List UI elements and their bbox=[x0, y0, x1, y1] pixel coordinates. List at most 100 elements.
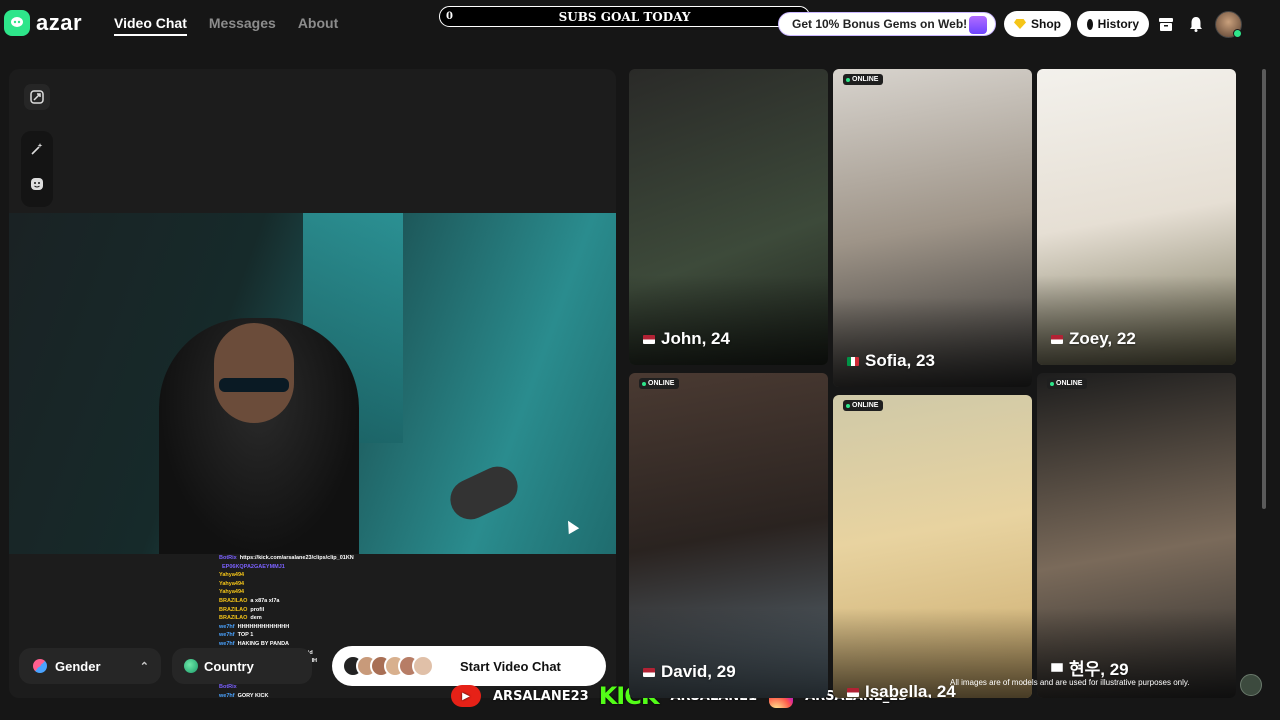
chat-username: BRAZILAO bbox=[219, 597, 248, 604]
nav-about[interactable]: About bbox=[298, 15, 338, 36]
gift-icon bbox=[969, 16, 987, 34]
clock-icon bbox=[1087, 18, 1093, 30]
online-status-dot bbox=[1233, 29, 1242, 38]
profile-name-text: Isabella, 24 bbox=[865, 682, 956, 698]
us-flag-icon bbox=[643, 667, 655, 677]
chat-line: BRAZILAO dem bbox=[219, 614, 459, 623]
chat-username: BotRix bbox=[219, 683, 237, 690]
us-flag-icon bbox=[1051, 334, 1063, 344]
chat-message: EP06KQPA2GAEYMMJ1 bbox=[222, 563, 285, 570]
chat-message: a x87a xl7a bbox=[250, 597, 280, 604]
profile-card-zoey[interactable]: Zoey, 22 bbox=[1037, 69, 1236, 365]
chat-message: HHHHHHHHHHHHH bbox=[237, 623, 290, 630]
youtube-handle: ARSALANE23 bbox=[493, 688, 589, 704]
scrollbar[interactable] bbox=[1262, 69, 1266, 509]
us-flag-icon bbox=[643, 334, 655, 344]
chat-line: BRAZILAO profil bbox=[219, 606, 459, 615]
archive-icon[interactable] bbox=[1157, 15, 1175, 33]
country-label: Country bbox=[204, 658, 254, 674]
gender-filter-button[interactable]: Gender ⌃ bbox=[19, 648, 161, 684]
online-badge: ONLINE bbox=[843, 74, 884, 85]
profile-faces-stack bbox=[342, 655, 434, 677]
card-shade bbox=[629, 275, 828, 365]
profile-name: John, 24 bbox=[643, 329, 730, 349]
face-thumb bbox=[412, 655, 434, 677]
card-shade bbox=[1037, 275, 1236, 365]
profile-name: David, 29 bbox=[643, 662, 736, 682]
webcam-feed bbox=[9, 213, 616, 554]
chat-message: https://kick.com/arsalane23/clips/clip_0… bbox=[239, 555, 354, 561]
chat-line: we7hf GORY KICK bbox=[219, 692, 459, 699]
chat-message: GORY KICK bbox=[237, 692, 269, 699]
profile-card-john[interactable]: John, 24 bbox=[629, 69, 828, 365]
chat-line: Yahya494 bbox=[219, 571, 459, 580]
history-button[interactable]: History bbox=[1077, 11, 1149, 37]
chat-message: profil bbox=[250, 606, 265, 613]
start-video-chat-button[interactable]: Start Video Chat bbox=[332, 646, 606, 686]
online-badge: ONLINE bbox=[639, 378, 680, 389]
chat-username: BRAZILAO bbox=[219, 615, 248, 622]
chat-line: we7hf TOP 1 bbox=[219, 631, 459, 640]
subs-goal-overlay: 0 SUBS GOAL TODAY bbox=[439, 6, 810, 27]
card-shade bbox=[629, 608, 828, 698]
profile-card-david[interactable]: ONLINE David, 29 bbox=[629, 373, 828, 698]
history-label: History bbox=[1097, 17, 1139, 31]
streamer-head bbox=[214, 323, 294, 423]
video-chat-panel: BotRix https://kick.com/arsalane23/clips/… bbox=[9, 69, 616, 698]
chat-line: BotRix https://kick.com/arsalane23/clips/… bbox=[219, 554, 459, 563]
model-disclaimer: All images are of models and are used fo… bbox=[950, 678, 1190, 687]
chat-username: we7hf bbox=[219, 692, 235, 699]
chat-line: EP06KQPA2GAEYMMJ1 bbox=[219, 563, 459, 572]
profile-card-hyunwoo[interactable]: ONLINE 현우, 29 bbox=[1037, 373, 1236, 698]
chat-line: we7hf HHHHHHHHHHHHH bbox=[219, 623, 459, 632]
chat-username: Yahya494 bbox=[219, 572, 245, 579]
nav-video-chat[interactable]: Video Chat bbox=[114, 15, 187, 36]
youtube-icon: ▶ bbox=[451, 685, 481, 707]
profile-name-text: Sofia, 23 bbox=[865, 351, 935, 370]
country-filter-button[interactable]: Country bbox=[172, 648, 312, 684]
nav-messages[interactable]: Messages bbox=[209, 15, 276, 36]
profile-card-isabella[interactable]: ONLINE Isabella, 24 bbox=[833, 395, 1032, 698]
gender-label: Gender bbox=[55, 658, 101, 674]
globe-icon bbox=[184, 659, 198, 673]
face-filter-icon[interactable] bbox=[24, 171, 50, 197]
profile-name-text: David, 29 bbox=[661, 662, 736, 681]
chat-username: BRAZILAO bbox=[219, 606, 248, 613]
subs-goal-text: SUBS GOAL TODAY bbox=[558, 9, 691, 24]
online-badge: ONLINE bbox=[1047, 378, 1088, 389]
profile-name: Sofia, 23 bbox=[847, 351, 935, 371]
shop-button[interactable]: Shop bbox=[1004, 11, 1071, 37]
chat-username: Yahya494 bbox=[219, 580, 245, 587]
chat-line: Yahya494 bbox=[219, 588, 459, 597]
chat-line: Yahya494 bbox=[219, 580, 459, 589]
azar-logo[interactable]: azar bbox=[4, 10, 82, 36]
magic-wand-icon[interactable] bbox=[24, 136, 50, 162]
chevron-up-icon: ⌃ bbox=[139, 660, 149, 673]
profile-name-text: John, 24 bbox=[661, 329, 730, 348]
chat-message: TOP 1 bbox=[237, 632, 254, 639]
bonus-gems-banner[interactable]: Get 10% Bonus Gems on Web! bbox=[778, 12, 996, 36]
main-nav: Video Chat Messages About bbox=[114, 15, 338, 36]
chat-username: we7hf bbox=[219, 640, 235, 647]
chat-username: we7hf bbox=[219, 623, 235, 630]
online-badge: ONLINE bbox=[843, 400, 884, 411]
shop-label: Shop bbox=[1031, 17, 1061, 31]
profile-name-text: 현우, 29 bbox=[1069, 660, 1129, 679]
profile-name: 현우, 29 bbox=[1051, 655, 1129, 680]
chat-message: HAKING BY PANDA bbox=[237, 640, 290, 647]
profile-name: Isabella, 24 bbox=[847, 682, 956, 698]
gender-icon bbox=[33, 659, 47, 673]
gem-icon bbox=[1014, 19, 1026, 29]
chat-username: BotRix bbox=[219, 555, 237, 561]
start-video-chat-label: Start Video Chat bbox=[460, 658, 561, 674]
it-flag-icon bbox=[847, 356, 859, 366]
profile-card-sofia[interactable]: ONLINE Sofia, 23 bbox=[833, 69, 1032, 387]
chat-username: Yahya494 bbox=[219, 589, 245, 596]
azar-logo-icon bbox=[4, 10, 30, 36]
top-bar: azar Video Chat Messages About 0 SUBS GO… bbox=[0, 0, 1280, 50]
profile-name: Zoey, 22 bbox=[1051, 329, 1136, 349]
expand-icon[interactable] bbox=[24, 84, 50, 110]
chat-line: BRAZILAO a x87a xl7a bbox=[219, 597, 459, 606]
bell-icon[interactable] bbox=[1187, 15, 1205, 33]
streamer-sunglasses bbox=[219, 378, 289, 392]
